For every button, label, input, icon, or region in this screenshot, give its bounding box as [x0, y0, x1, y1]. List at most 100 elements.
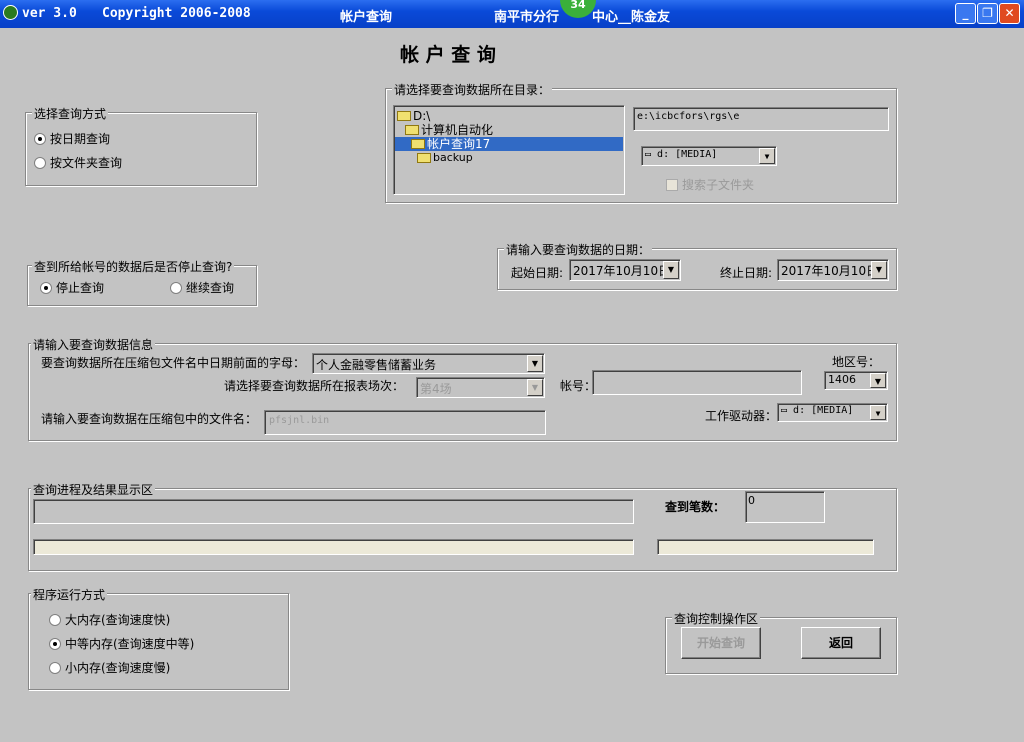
- radio-label: 中等内存(查询速度中等): [65, 637, 195, 651]
- progress-bar-main: [33, 539, 634, 555]
- account-input[interactable]: [592, 370, 802, 395]
- work-drive-label: 工作驱动器：: [705, 409, 778, 423]
- tree-item-selected[interactable]: 帐户查询17: [395, 137, 623, 151]
- session-label: 请选择要查询数据所在报表场次：: [224, 379, 405, 393]
- progress-group: 查询进程及结果显示区 查到笔数： 0: [28, 481, 897, 571]
- progress-bar-secondary: [657, 539, 874, 555]
- run-mode-group: 程序运行方式 大内存(查询速度快) 中等内存(查询速度中等) 小内存(查询速度慢…: [28, 586, 289, 690]
- page-title: 帐 户 查 询: [400, 44, 496, 66]
- prefix-select[interactable]: 个人金融零售储蓄业务 ▼: [312, 353, 545, 374]
- radio-continue[interactable]: 继续查询: [170, 279, 234, 296]
- directory-group: 请选择要查询数据所在目录： D:\ 计算机自动化 帐户查询17 backup e…: [385, 81, 897, 203]
- start-query-button[interactable]: 开始查询: [681, 627, 761, 659]
- chevron-down-icon: ▼: [527, 355, 543, 372]
- radio-icon: [49, 637, 61, 650]
- tree-item[interactable]: backup: [395, 151, 623, 165]
- group-legend: 选择查询方式: [32, 105, 109, 122]
- drive-select[interactable]: ▭ d: [MEDIA] ▼: [641, 146, 777, 166]
- region-value: 1406: [828, 373, 856, 386]
- work-drive-select[interactable]: ▭ d: [MEDIA] ▼: [777, 403, 888, 422]
- app-icon: [3, 5, 18, 20]
- notification-badge: 34: [560, 0, 596, 18]
- radio-by-folder[interactable]: 按文件夹查询: [34, 154, 122, 171]
- drive-value: d: [MEDIA]: [657, 149, 718, 160]
- radio-label: 按文件夹查询: [50, 156, 123, 170]
- radio-medium-memory[interactable]: 中等内存(查询速度中等): [49, 635, 194, 652]
- subfolder-checkbox[interactable]: 搜索子文件夹: [666, 176, 754, 193]
- prefix-value: 个人金融零售储蓄业务: [316, 358, 437, 372]
- start-date-value: 2017年10月10日: [573, 264, 671, 278]
- folder-icon: [417, 153, 431, 163]
- filename-input[interactable]: pfsjnl.bin: [264, 410, 546, 435]
- date-group: 请输入要查询数据的日期： 起始日期: 2017年10月10日 ▼ 终止日期: 20…: [497, 241, 897, 290]
- chevron-down-icon: ▼: [759, 148, 775, 164]
- org-name: 南平市分行: [494, 10, 560, 25]
- window-title: 帐户查询: [340, 10, 393, 25]
- title-bar: ver 3.0 Copyright 2006-2008 帐户查询 南平市分行 中…: [0, 0, 1024, 28]
- radio-icon: [170, 281, 182, 294]
- group-legend: 程序运行方式: [31, 586, 108, 603]
- radio-small-memory[interactable]: 小内存(查询速度慢): [49, 659, 170, 676]
- copyright: Copyright 2006-2008: [102, 6, 251, 21]
- radio-label: 小内存(查询速度慢): [65, 661, 171, 675]
- checkbox-label: 搜索子文件夹: [682, 178, 755, 192]
- filename-label: 请输入要查询数据在压缩包中的文件名：: [41, 412, 258, 426]
- folder-open-icon: [405, 125, 419, 135]
- radio-icon: [40, 281, 52, 294]
- radio-stop[interactable]: 停止查询: [40, 279, 104, 296]
- radio-icon: [34, 156, 46, 169]
- end-date-value: 2017年10月10日: [781, 264, 879, 278]
- directory-tree[interactable]: D:\ 计算机自动化 帐户查询17 backup: [393, 105, 625, 195]
- group-legend: 请输入要查询数据的日期：: [504, 241, 653, 258]
- work-drive-value: d: [MEDIA]: [793, 405, 854, 416]
- folder-open-icon: [411, 139, 425, 149]
- drive-icon: ▭: [781, 405, 794, 416]
- chevron-down-icon: ▼: [871, 261, 887, 279]
- version: ver 3.0: [22, 6, 77, 21]
- end-date-picker[interactable]: 2017年10月10日 ▼: [777, 259, 889, 281]
- prefix-label: 要查询数据所在压缩包文件名中日期前面的字母：: [41, 356, 306, 370]
- group-legend: 查询控制操作区: [672, 610, 761, 627]
- radio-by-date[interactable]: 按日期查询: [34, 130, 110, 147]
- status-display: [33, 499, 634, 524]
- start-date-picker[interactable]: 2017年10月10日 ▼: [569, 259, 681, 281]
- tree-item[interactable]: 计算机自动化: [395, 123, 623, 137]
- region-label: 地区号：: [832, 355, 881, 369]
- group-legend: 请输入要查询数据信息: [31, 336, 156, 353]
- minimize-button[interactable]: _: [955, 3, 976, 24]
- group-legend: 请选择要查询数据所在目录：: [392, 81, 553, 98]
- info-group: 请输入要查询数据信息 要查询数据所在压缩包文件名中日期前面的字母： 个人金融零售…: [28, 336, 897, 441]
- group-legend: 查询进程及结果显示区: [31, 481, 156, 498]
- account-label: 帐号：: [560, 379, 597, 393]
- stop-group: 查到所给帐号的数据后是否停止查询? 停止查询 继续查询: [27, 258, 257, 306]
- restore-button[interactable]: ❐: [977, 3, 998, 24]
- count-label: 查到笔数：: [665, 500, 726, 514]
- radio-large-memory[interactable]: 大内存(查询速度快): [49, 611, 170, 628]
- radio-label: 继续查询: [186, 281, 235, 295]
- radio-label: 大内存(查询速度快): [65, 613, 171, 627]
- tree-label: 帐户查询17: [427, 137, 491, 151]
- tree-label: D:\: [413, 109, 431, 123]
- close-button[interactable]: ✕: [999, 3, 1020, 24]
- chevron-down-icon: ▼: [663, 261, 679, 279]
- radio-icon: [49, 613, 61, 626]
- radio-icon: [34, 132, 46, 145]
- start-date-label: 起始日期:: [511, 266, 564, 280]
- back-button[interactable]: 返回: [801, 627, 881, 659]
- session-value: 第4场: [420, 382, 452, 396]
- drive-icon: ▭: [645, 149, 658, 160]
- tree-label: 计算机自动化: [421, 123, 494, 137]
- tree-label: backup: [433, 151, 473, 164]
- region-select[interactable]: 1406 ▼: [824, 371, 888, 390]
- group-legend: 查到所给帐号的数据后是否停止查询?: [32, 258, 235, 275]
- session-select[interactable]: 第4场 ▼: [416, 377, 545, 398]
- radio-label: 停止查询: [56, 281, 105, 295]
- chevron-down-icon: ▼: [527, 379, 543, 396]
- end-date-label: 终止日期:: [720, 266, 773, 280]
- tree-item[interactable]: D:\: [395, 109, 623, 123]
- chevron-down-icon: ▼: [870, 405, 886, 420]
- folder-open-icon: [397, 111, 411, 121]
- chevron-down-icon: ▼: [870, 373, 886, 388]
- radio-icon: [49, 661, 61, 674]
- query-method-group: 选择查询方式 按日期查询 按文件夹查询: [25, 105, 257, 186]
